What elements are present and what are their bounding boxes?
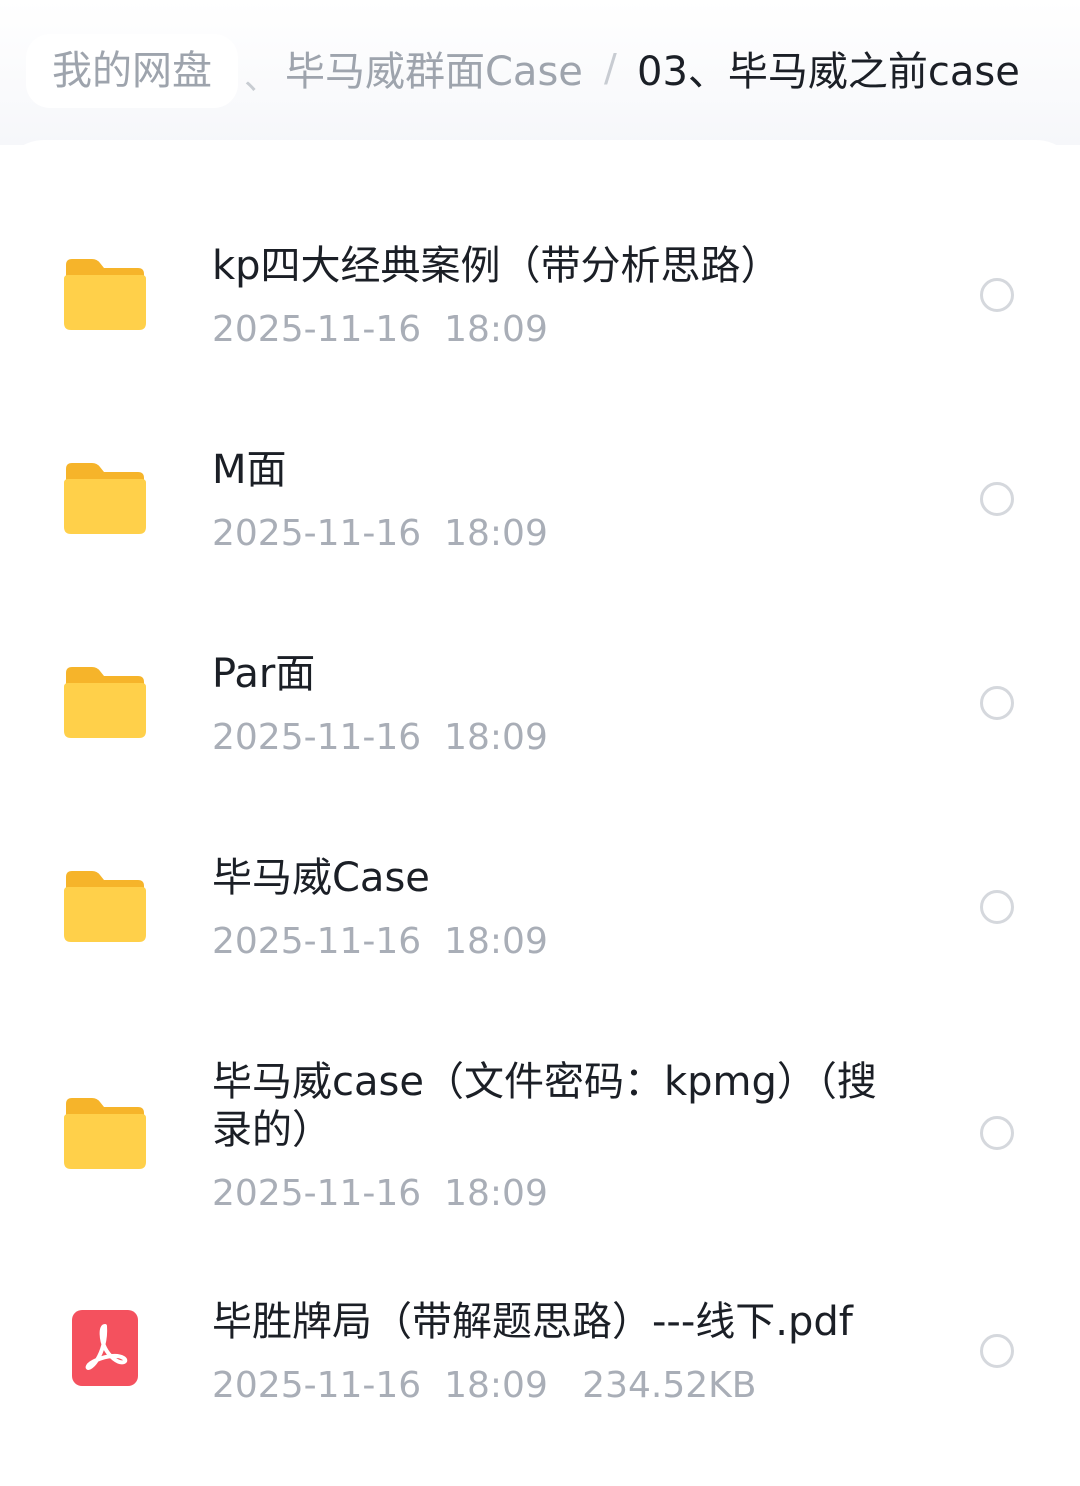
file-name: kp四大经典案例（带分析思路） [212, 243, 781, 289]
file-meta: 2025-11-16 18:09 [212, 309, 548, 350]
breadcrumb: 我的网盘 、 毕马威群面Case / 03、毕马威之前case [0, 0, 1080, 145]
list-item[interactable]: 毕马威Case 2025-11-16 18:09 [0, 832, 1080, 992]
list-item[interactable]: 毕胜牌局（带解题思路）---线下.pdf 2025-11-16 18:09 23… [0, 1284, 1080, 1414]
list-item[interactable]: M面 2025-11-16 18:09 [0, 424, 1080, 584]
breadcrumb-separator: 、 [244, 58, 278, 98]
select-radio[interactable] [980, 686, 1014, 720]
file-meta: 2025-11-16 18:09 [212, 717, 548, 758]
list-item[interactable]: kp四大经典案例（带分析思路） 2025-11-16 18:09 [0, 220, 1080, 380]
folder-icon [64, 871, 146, 942]
file-name: 毕马威case（文件密码：kpmg）（搜录的） [212, 1059, 877, 1153]
breadcrumb-root-my-drive[interactable]: 我的网盘 [26, 34, 238, 108]
breadcrumb-current-folder: 03、毕马威之前case [637, 49, 1020, 95]
file-meta: 2025-11-16 18:09 234.52KB [212, 1365, 757, 1406]
select-radio[interactable] [980, 890, 1014, 924]
folder-icon [64, 1098, 146, 1169]
file-name: Par面 [212, 651, 316, 697]
file-name: 毕马威Case [212, 855, 430, 901]
file-meta: 2025-11-16 18:09 [212, 921, 548, 962]
file-meta: 2025-11-16 18:09 [212, 1173, 548, 1214]
select-radio[interactable] [980, 482, 1014, 516]
breadcrumb-separator: / [604, 46, 617, 90]
folder-icon [64, 259, 146, 330]
select-radio[interactable] [980, 1116, 1014, 1150]
file-name: 毕胜牌局（带解题思路）---线下.pdf [212, 1299, 853, 1345]
folder-icon [64, 667, 146, 738]
file-meta: 2025-11-16 18:09 [212, 513, 548, 554]
folder-icon [64, 463, 146, 534]
breadcrumb-parent-folder[interactable]: 毕马威群面Case [285, 44, 583, 100]
select-radio[interactable] [980, 278, 1014, 312]
list-item[interactable]: Par面 2025-11-16 18:09 [0, 628, 1080, 788]
file-list: kp四大经典案例（带分析思路） 2025-11-16 18:09 M面 2025… [0, 140, 1080, 1486]
list-item[interactable]: 毕马威case（文件密码：kpmg）（搜录的） 2025-11-16 18:09 [0, 1036, 1080, 1246]
pdf-icon [72, 1310, 138, 1386]
select-radio[interactable] [980, 1334, 1014, 1368]
file-name: M面 [212, 447, 287, 493]
